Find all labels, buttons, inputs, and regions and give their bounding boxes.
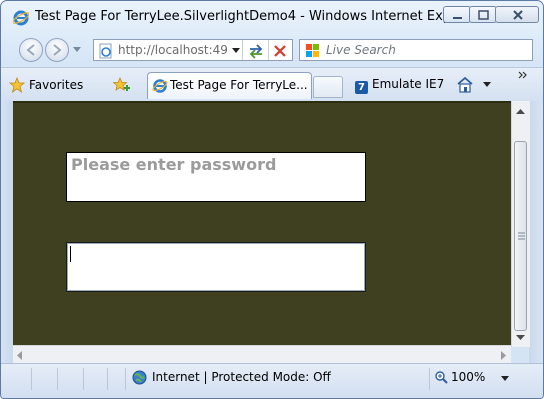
refresh-icon[interactable] <box>247 43 265 59</box>
status-divider <box>125 368 126 390</box>
grip-icon <box>518 232 525 240</box>
title-bar: Test Page For TerryLee.SilverlightDemo4 … <box>1 1 543 33</box>
vertical-scroll-thumb[interactable] <box>514 141 527 331</box>
windows-live-icon <box>306 44 319 57</box>
frame-left-edge <box>1 101 13 363</box>
tab-test-page[interactable]: Test Page For TerryLe... <box>147 72 312 99</box>
favorites-button[interactable]: Favorites <box>7 73 91 97</box>
status-bar: Internet | Protected Mode: Off 100% <box>1 363 543 398</box>
favorites-star-icon <box>9 77 25 93</box>
favorites-label: Favorites <box>29 78 84 92</box>
maximize-button[interactable] <box>469 6 497 23</box>
password-placeholder: Please enter password <box>71 155 277 174</box>
back-arrow-icon <box>26 44 35 56</box>
forward-button[interactable] <box>45 38 69 62</box>
favorites-tab-bar: Favorites Test Page For TerryLe... 7 Emul… <box>1 67 543 102</box>
forward-arrow-icon <box>53 44 62 56</box>
minimize-icon <box>453 17 462 19</box>
security-zone-label: Internet | Protected Mode: Off <box>152 370 331 384</box>
browser-window: Test Page For TerryLee.SilverlightDemo4 … <box>0 0 544 399</box>
globe-icon <box>132 370 147 385</box>
window-title: Test Page For TerryLee.SilverlightDemo4 … <box>35 9 482 24</box>
scroll-down-icon[interactable] <box>516 335 525 341</box>
add-favorite-icon[interactable] <box>113 77 131 95</box>
frame-right-edge <box>529 101 543 363</box>
chevron-more-icon[interactable] <box>518 71 528 79</box>
status-divider <box>31 368 32 390</box>
zoom-icon <box>435 371 448 384</box>
password-watermark-box[interactable]: Please enter password <box>66 152 366 202</box>
status-divider <box>83 368 84 390</box>
search-box[interactable]: Live Search <box>299 39 533 61</box>
vertical-scrollbar[interactable] <box>511 101 530 347</box>
search-input[interactable]: Live Search <box>326 43 396 57</box>
address-dropdown-icon[interactable] <box>232 48 240 54</box>
emulate-ie7-label: Emulate IE7 <box>372 77 445 91</box>
history-dropdown-icon[interactable] <box>73 47 81 53</box>
zoom-dropdown-icon[interactable] <box>501 376 509 382</box>
close-window-button[interactable] <box>495 6 539 23</box>
maximize-icon <box>478 10 489 20</box>
back-button[interactable] <box>19 38 43 62</box>
emulate-ie7-button[interactable]: 7 Emulate IE7 <box>355 77 444 94</box>
status-divider <box>429 368 430 390</box>
status-divider <box>107 368 108 390</box>
address-bar[interactable]: http://localhost:49 <box>93 39 293 61</box>
silverlight-content: Please enter password <box>13 101 511 347</box>
scroll-right-icon[interactable] <box>501 351 507 360</box>
zoom-level: 100% <box>451 370 486 384</box>
new-tab-button[interactable] <box>313 76 343 98</box>
horizontal-scrollbar[interactable] <box>13 345 511 364</box>
ie-logo-icon <box>13 10 29 26</box>
text-caret <box>70 246 71 262</box>
password-input[interactable] <box>66 242 366 292</box>
page-icon <box>99 43 112 59</box>
stop-icon[interactable] <box>273 44 287 58</box>
minimize-button[interactable] <box>443 6 471 23</box>
emulate-ie7-icon: 7 <box>355 81 368 94</box>
close-icon <box>513 10 523 20</box>
address-input[interactable]: http://localhost:49 <box>118 43 236 57</box>
scroll-up-icon[interactable] <box>516 109 525 115</box>
tab-label: Test Page For TerryLe... <box>170 78 308 92</box>
scroll-left-icon[interactable] <box>17 351 23 360</box>
home-icon[interactable] <box>456 76 474 93</box>
status-divider <box>57 368 58 390</box>
navigation-bar: http://localhost:49 Live Search <box>1 33 543 67</box>
ie-tab-icon <box>152 79 168 93</box>
home-dropdown-icon[interactable] <box>483 82 491 88</box>
